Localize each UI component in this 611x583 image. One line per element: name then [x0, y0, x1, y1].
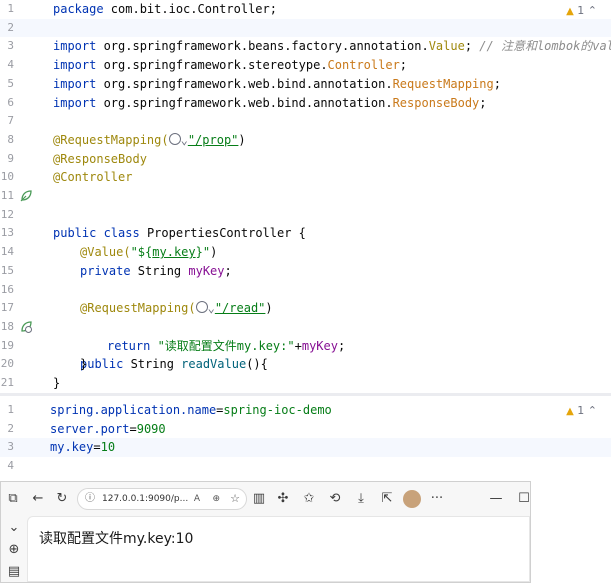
history-icon[interactable]: ⟲ — [327, 491, 343, 507]
downloads-icon[interactable]: ⤓ — [353, 491, 369, 507]
endpoint-link-read[interactable]: "/read" — [215, 301, 266, 315]
spring-bean-icon[interactable] — [20, 190, 32, 202]
globe-icon[interactable]: ⊕ — [6, 542, 22, 558]
property-line: 2 server.port=9090 — [7, 421, 166, 436]
code-line: 16 — [0, 282, 14, 296]
zoom-icon[interactable]: ⊕ — [212, 489, 220, 509]
split-screen-icon[interactable]: ▥ — [251, 491, 267, 507]
favorites-icon[interactable]: ✩ — [301, 491, 317, 507]
maximize-button[interactable]: ☐ — [516, 491, 532, 507]
extensions-icon[interactable]: ✣ — [275, 491, 291, 507]
browser-sidebar: ⌄ ⊕ ▤ — [1, 516, 27, 582]
spring-endpoint-icon[interactable] — [20, 321, 32, 333]
page-icon[interactable]: ▤ — [6, 564, 22, 580]
back-icon[interactable]: ← — [30, 491, 46, 507]
code-line: 15 private String myKey; — [0, 263, 232, 278]
property-key-link[interactable]: my.key — [152, 245, 195, 259]
property-line: 1 spring.application.name=spring-ioc-demo — [7, 403, 332, 417]
globe-icon[interactable] — [195, 301, 208, 314]
globe-icon[interactable] — [168, 132, 181, 145]
profile-avatar[interactable] — [403, 490, 421, 508]
java-editor[interactable]: ▲ 1 ⌃ 1 package com.bit.ioc.Controller; 2… — [0, 0, 611, 393]
response-text: 读取配置文件my.key:10 — [39, 531, 194, 547]
code-line: 2 — [0, 18, 611, 38]
more-icon[interactable]: ··· — [429, 491, 445, 507]
code-line: 17 @RequestMapping(⌄"/read") — [0, 301, 273, 316]
code-line: 4 import org.springframework.stereotype.C… — [7, 58, 408, 73]
code-line: 19 return "读取配置文件my.key:"+myKey; — [0, 338, 346, 353]
properties-editor[interactable]: ▲ 1 ⌃ 1 spring.application.name=spring-io… — [0, 396, 611, 481]
code-line: 14 @Value("${my.key}") — [0, 245, 218, 260]
code-line: 8 @RequestMapping(⌄"/prop") — [7, 132, 246, 147]
background — [531, 481, 611, 583]
code-line: 3 import org.springframework.beans.factor… — [7, 39, 611, 54]
refresh-icon[interactable]: ↻ — [54, 491, 70, 507]
endpoint-link-prop[interactable]: "/prop" — [188, 133, 239, 147]
page-content: 读取配置文件my.key:10 — [27, 516, 530, 582]
browser-toolbar: ⧉ ← ↻ ⓘ 127.0.0.1:9090/p... A ⊕ ☆ ▥ ✣ ✩ … — [1, 482, 530, 516]
code-line: 20} — [0, 357, 88, 372]
favorite-star-icon[interactable]: ☆ — [230, 489, 240, 509]
share-icon[interactable]: ⇱ — [379, 491, 395, 507]
code-line: 12 — [0, 207, 14, 221]
tab-actions-icon[interactable]: ⧉ — [5, 491, 21, 507]
minimize-button[interactable]: — — [488, 491, 504, 507]
property-line: 3 my.key=10 — [0, 438, 611, 458]
code-line: 13 — [0, 226, 14, 240]
code-line: 18 public String readValue(){ — [0, 319, 268, 372]
code-line: 5 import org.springframework.web.bind.ann… — [7, 76, 501, 91]
site-info-icon[interactable]: ⓘ — [85, 489, 95, 509]
address-bar[interactable]: ⓘ 127.0.0.1:9090/p... A ⊕ ☆ — [77, 488, 247, 510]
chevron-down-icon[interactable]: ⌄ — [6, 520, 22, 536]
code-line: 11 public class PropertiesController { — [0, 189, 306, 241]
code-line: 9 @ResponseBody — [7, 151, 147, 166]
property-line: 4 — [7, 459, 14, 473]
code-line: 1 package com.bit.ioc.Controller; — [7, 2, 277, 16]
read-aloud-icon[interactable]: A — [194, 489, 200, 509]
code-line: 10 @Controller — [0, 170, 133, 185]
code-line: 7 — [7, 114, 14, 128]
code-line: 21} — [0, 376, 61, 390]
browser-window[interactable]: ⧉ ← ↻ ⓘ 127.0.0.1:9090/p... A ⊕ ☆ ▥ ✣ ✩ … — [0, 481, 531, 583]
code-line: 6 import org.springframework.web.bind.ann… — [7, 95, 487, 110]
